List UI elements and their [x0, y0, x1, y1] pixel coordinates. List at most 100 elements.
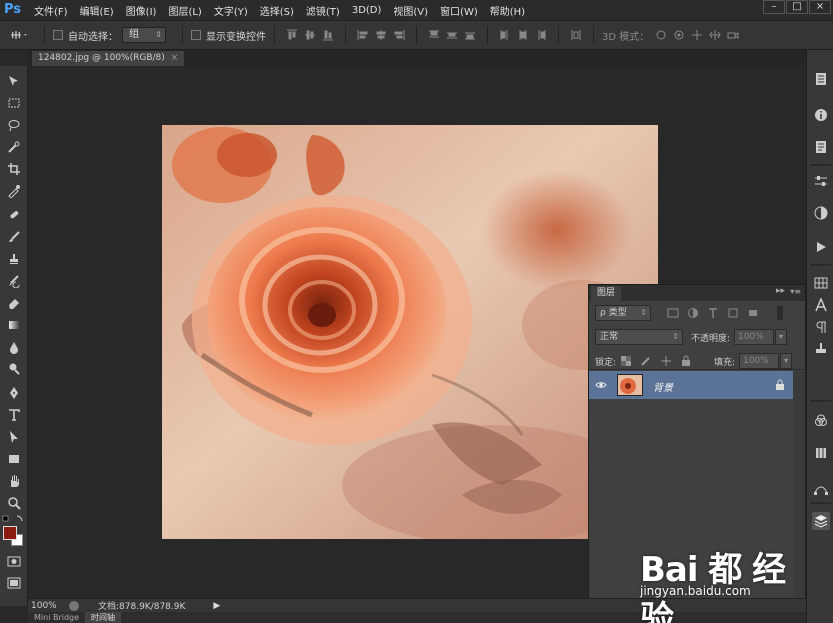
zoom-level[interactable]: 100%	[28, 601, 68, 611]
brush-tool[interactable]	[4, 228, 24, 246]
layers-panel-button[interactable]	[812, 512, 830, 530]
filter-smart-object-icon[interactable]	[747, 307, 759, 319]
scale-3d-icon[interactable]	[727, 29, 739, 41]
minimize-button[interactable]: –	[763, 0, 785, 14]
screen-mode-tool[interactable]	[4, 574, 24, 592]
dodge-tool[interactable]	[4, 360, 24, 378]
filter-type-icon[interactable]	[707, 307, 719, 319]
eyedropper-tool[interactable]	[4, 182, 24, 200]
maximize-button[interactable]: □	[786, 0, 808, 14]
history-panel-button[interactable]	[812, 70, 830, 88]
auto-align-icon[interactable]	[570, 29, 582, 41]
history-brush-tool[interactable]	[4, 272, 24, 290]
lasso-tool[interactable]	[4, 116, 24, 134]
filter-pixel-icon[interactable]	[667, 307, 679, 319]
tab-mini-bridge[interactable]: Mini Bridge	[28, 612, 85, 623]
menu-3d[interactable]: 3D(D)	[352, 5, 382, 16]
show-transform-checkbox[interactable]	[191, 30, 201, 40]
marquee-tool[interactable]	[4, 94, 24, 112]
rotate-3d-icon[interactable]	[655, 29, 667, 41]
distribute-left-icon[interactable]	[499, 29, 511, 41]
quick-mask-tool[interactable]	[4, 552, 24, 570]
distribute-bottom-icon[interactable]	[464, 29, 476, 41]
move-tool[interactable]	[4, 72, 24, 90]
align-right-icon[interactable]	[393, 29, 405, 41]
collapse-icon[interactable]: ▸▸	[776, 286, 785, 296]
lock-all-icon[interactable]	[680, 355, 692, 367]
document-canvas-rose-photo[interactable]	[162, 125, 658, 539]
shape-tool[interactable]	[4, 450, 24, 468]
channels-panel-button[interactable]	[812, 412, 830, 430]
drag-3d-icon[interactable]	[691, 29, 703, 41]
eye-icon[interactable]	[595, 379, 607, 391]
fill-dropdown[interactable]: ▾	[780, 353, 793, 369]
clone-source-panel-button[interactable]	[812, 444, 830, 462]
path-select-tool[interactable]	[4, 428, 24, 446]
zoom-tool[interactable]	[4, 494, 24, 512]
paragraph-panel-button[interactable]	[812, 318, 830, 336]
lock-position-icon[interactable]	[660, 355, 672, 367]
styles-panel-button[interactable]	[812, 204, 830, 222]
actions-panel-button[interactable]	[812, 238, 830, 256]
character-panel-button[interactable]	[812, 296, 830, 314]
distribute-vcenter-icon[interactable]	[446, 29, 458, 41]
menu-select[interactable]: 选择(S)	[260, 3, 294, 18]
paths-panel-button[interactable]	[812, 480, 830, 498]
quick-select-tool[interactable]	[4, 138, 24, 156]
layers-panel-title[interactable]: 图层	[591, 286, 622, 301]
menu-help[interactable]: 帮助(H)	[490, 3, 525, 18]
pen-tool[interactable]	[4, 384, 24, 402]
blend-mode-dropdown[interactable]: 正常	[595, 329, 683, 345]
menu-view[interactable]: 视图(V)	[393, 3, 428, 18]
status-info-icon[interactable]	[68, 600, 80, 612]
menu-image[interactable]: 图像(I)	[126, 3, 157, 18]
close-window-button[interactable]: ×	[809, 0, 831, 14]
distribute-right-icon[interactable]	[535, 29, 547, 41]
menu-file[interactable]: 文件(F)	[34, 3, 68, 18]
menu-type[interactable]: 文字(Y)	[214, 3, 248, 18]
distribute-hcenter-icon[interactable]	[517, 29, 529, 41]
menu-edit[interactable]: 编辑(E)	[80, 3, 114, 18]
clone-stamp-tool[interactable]	[4, 250, 24, 268]
roll-3d-icon[interactable]	[673, 29, 685, 41]
properties-panel-button[interactable]	[812, 138, 830, 156]
menu-layer[interactable]: 图层(L)	[168, 3, 201, 18]
opacity-dropdown[interactable]: ▾	[775, 329, 788, 345]
close-icon[interactable]: ×	[171, 53, 179, 63]
align-hcenter-icon[interactable]	[375, 29, 387, 41]
filter-adjustment-icon[interactable]	[687, 307, 699, 319]
type-tool[interactable]	[4, 406, 24, 424]
foreground-color-swatch[interactable]	[3, 526, 17, 540]
default-colors-swap[interactable]	[2, 514, 26, 524]
layers-scrollbar[interactable]	[793, 371, 805, 601]
info-panel-button[interactable]	[812, 106, 830, 124]
slide-3d-icon[interactable]	[709, 29, 721, 41]
tab-timeline[interactable]: 时间轴	[85, 612, 122, 623]
adjustments-panel-button[interactable]	[812, 172, 830, 190]
healing-brush-tool[interactable]	[4, 206, 24, 224]
layer-row-background[interactable]: 背景	[589, 371, 795, 399]
filter-kind-dropdown[interactable]: ρ 类型	[595, 305, 651, 321]
tool-presets-panel-button[interactable]	[812, 340, 830, 358]
filter-toggle[interactable]	[777, 306, 783, 320]
crop-tool[interactable]	[4, 160, 24, 178]
lock-transparent-icon[interactable]	[620, 355, 632, 367]
status-menu-arrow-icon[interactable]: ▶	[213, 601, 220, 611]
opacity-input[interactable]: 100%	[734, 329, 775, 345]
eraser-tool[interactable]	[4, 294, 24, 312]
filter-shape-icon[interactable]	[727, 307, 739, 319]
panel-menu-icon[interactable]: ▾≡	[790, 287, 801, 296]
lock-pixels-icon[interactable]	[640, 355, 652, 367]
distribute-top-icon[interactable]	[428, 29, 440, 41]
align-top-icon[interactable]	[286, 29, 298, 41]
auto-select-checkbox[interactable]	[53, 30, 63, 40]
document-tab[interactable]: 124802.jpg @ 100%(RGB/8) ×	[32, 51, 185, 66]
fill-input[interactable]: 100%	[739, 353, 780, 369]
align-vcenter-icon[interactable]	[304, 29, 316, 41]
auto-select-dropdown[interactable]: 组	[122, 27, 166, 43]
menu-filter[interactable]: 滤镜(T)	[306, 3, 340, 18]
swatches-panel-button[interactable]	[812, 274, 830, 292]
menu-window[interactable]: 窗口(W)	[440, 3, 478, 18]
gradient-tool[interactable]	[4, 316, 24, 334]
hand-tool[interactable]	[4, 472, 24, 490]
